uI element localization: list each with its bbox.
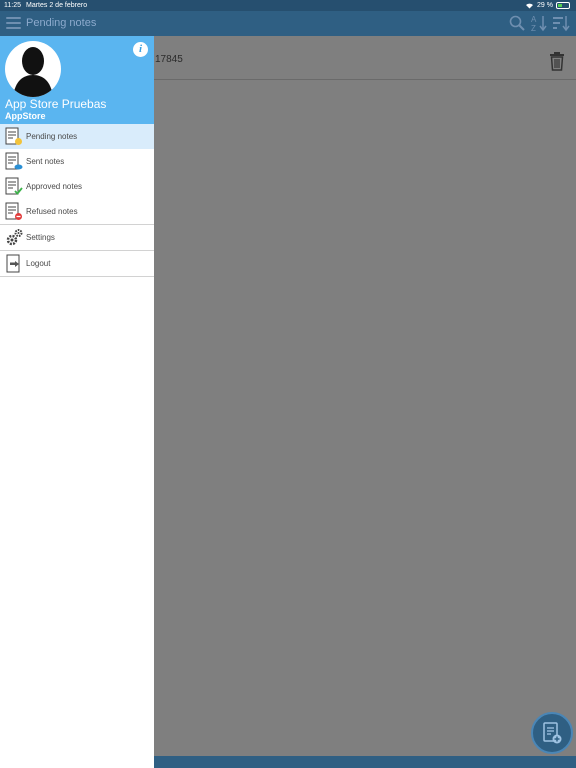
new-note-button[interactable] <box>531 712 573 754</box>
divider <box>0 276 154 277</box>
sort-alpha-icon[interactable]: AZ <box>530 14 548 32</box>
menu-icon[interactable] <box>6 17 21 29</box>
status-right: 29 % <box>525 0 570 11</box>
status-date: Martes 2 de febrero <box>26 2 88 9</box>
avatar <box>5 41 61 97</box>
menu-item-logout[interactable]: Logout <box>0 251 154 276</box>
svg-text:Z: Z <box>531 24 536 32</box>
trash-icon[interactable] <box>548 51 566 71</box>
toolbar: AZ <box>508 14 570 32</box>
menu-item-label: Refused notes <box>26 207 78 216</box>
wifi-icon <box>526 3 534 9</box>
svg-text:A: A <box>531 15 537 24</box>
menu-item-label: Logout <box>26 259 51 268</box>
menu-item-pending-notes[interactable]: Pending notes <box>0 124 154 149</box>
info-icon[interactable]: i <box>133 42 148 57</box>
battery-percent: 29 % <box>537 2 553 9</box>
sent-notes-icon <box>5 152 23 170</box>
page-title: Pending notes <box>26 17 97 29</box>
status-bar: 11:25 Martes 2 de febrero 29 % <box>0 0 576 11</box>
logout-icon <box>6 254 20 273</box>
menu-item-sent-notes[interactable]: Sent notes <box>0 149 154 174</box>
sort-list-icon[interactable] <box>552 14 570 32</box>
drawer-menu: Pending notes Sent notes Approved notes … <box>0 124 154 277</box>
user-name: App Store Pruebas <box>5 97 107 111</box>
menu-item-approved-notes[interactable]: Approved notes <box>0 174 154 199</box>
user-organization: AppStore <box>5 111 46 121</box>
app-bar: Pending notes AZ <box>0 11 576 36</box>
refused-notes-icon <box>5 202 22 220</box>
note-number: 17845 <box>155 54 183 65</box>
menu-item-label: Approved notes <box>26 182 83 191</box>
status-time: 11:25 <box>4 2 21 9</box>
navigation-drawer: i App Store Pruebas AppStore Pending not… <box>0 36 154 768</box>
new-note-icon <box>543 722 562 744</box>
menu-item-label: Settings <box>26 233 55 242</box>
menu-item-settings[interactable]: Settings <box>0 225 154 250</box>
menu-item-label: Sent notes <box>26 157 65 166</box>
note-row[interactable]: 17845 <box>154 46 576 80</box>
approved-notes-icon <box>5 177 23 195</box>
bottom-bar <box>154 756 576 768</box>
pending-notes-icon <box>5 127 22 145</box>
gear-icon <box>6 229 23 246</box>
menu-item-refused-notes[interactable]: Refused notes <box>0 199 154 224</box>
menu-item-label: Pending notes <box>26 132 78 141</box>
notes-list: 17845 <box>154 36 576 756</box>
drawer-header: i App Store Pruebas AppStore <box>0 36 154 124</box>
battery-icon <box>556 2 570 9</box>
search-icon[interactable] <box>508 14 526 32</box>
